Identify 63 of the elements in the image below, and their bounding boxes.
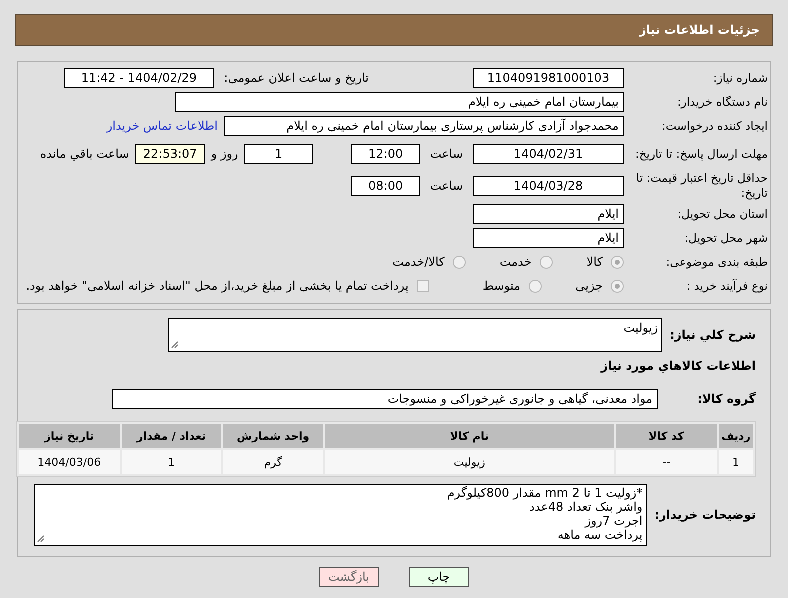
description-field: زیولیت xyxy=(168,318,662,352)
option-label: کالا/خدمت xyxy=(392,255,445,269)
field-label: ایجاد کننده درخواست: xyxy=(661,118,769,134)
announce-date-field: 1404/02/29 - 11:42 xyxy=(64,68,214,88)
city-field: ایلام xyxy=(473,228,624,248)
field-label: شهر محل تحویل: xyxy=(684,230,769,246)
buyer-field: بیمارستان امام خمینی ره ایلام xyxy=(175,92,624,112)
field-label: طبقه بندی موضوعی: xyxy=(665,254,769,270)
remaining-time-field: 22:53:07 xyxy=(135,144,206,164)
remaining-label: ساعت باقي مانده xyxy=(40,147,130,161)
table-cell: -- xyxy=(616,450,718,474)
date-field: 1404/03/28 xyxy=(473,176,624,196)
radio-button[interactable] xyxy=(452,256,466,268)
field-label: نام دستگاه خریدار: xyxy=(676,94,769,110)
table-cell: 1 xyxy=(122,450,222,474)
field-label: شرح کلي نياز: xyxy=(670,328,756,342)
table-cell: گرم xyxy=(223,450,324,474)
column-header: نام کالا xyxy=(325,424,614,448)
column-header: تاریخ نیاز xyxy=(19,424,120,448)
back-button[interactable]: بازگشت xyxy=(319,567,379,587)
field-label: حداقل تاریخ اعتبار قیمت: تا تاریخ: xyxy=(635,171,769,201)
radio-button[interactable] xyxy=(611,280,624,292)
field-label: توضیحات خریدار: xyxy=(654,508,756,522)
province-field: ایلام xyxy=(473,204,624,224)
field-label: استان محل تحویل: xyxy=(676,206,769,222)
time-field: 08:00 xyxy=(351,176,420,196)
radio-button[interactable] xyxy=(540,256,553,268)
resize-grip-icon[interactable] xyxy=(171,341,180,349)
buyer-contact-link[interactable]: اطلاعات تماس خریدار xyxy=(106,119,218,133)
field-label: گروه کالا: xyxy=(698,392,756,406)
print-button[interactable]: چاپ xyxy=(409,567,469,587)
field-label: مهلت ارسال پاسخ: تا تاریخ: xyxy=(634,146,769,162)
requester-field: محمدجواد آزادی کارشناس پرستاری بیمارستان امام خمینی ره ایلام xyxy=(224,116,624,136)
radio-button[interactable] xyxy=(528,280,542,292)
days-label: روز و xyxy=(211,147,238,161)
time-field: 12:00 xyxy=(351,144,420,164)
section-heading: اطلاعات كالاهاي مورد نياز xyxy=(600,359,756,373)
field-label: شماره نیاز: xyxy=(712,70,769,86)
resize-grip-icon[interactable] xyxy=(37,535,45,543)
time-label: ساعت xyxy=(430,179,463,193)
table-cell: زیولیت xyxy=(325,450,614,474)
checkbox[interactable] xyxy=(416,280,429,292)
buyer-notes-field: *زولیت 1 تا 2 mm مقدار 800کیلوگرم واشر بنک تعداد 48عدد اجرت 7روز پرداخت سه ماهه xyxy=(34,484,647,546)
radio-button[interactable] xyxy=(611,256,624,268)
column-header: تعداد / مقدار xyxy=(122,424,222,448)
column-header: واحد شمارش xyxy=(223,424,324,448)
time-label: ساعت xyxy=(430,147,463,161)
column-header: کد کالا xyxy=(616,424,718,448)
days-field: 1 xyxy=(244,144,314,164)
need-number-field: 1104091981000103 xyxy=(473,68,624,88)
goods-group-field: مواد معدنی، گیاهی و جانوری غیرخوراکی و منسوجات xyxy=(112,389,658,409)
option-label: کالا xyxy=(586,255,603,269)
date-field: 1404/02/31 xyxy=(473,144,624,164)
table-cell: 1 xyxy=(719,450,753,474)
field-label: تاریخ و ساعت اعلان عمومی: xyxy=(224,71,369,85)
field-label: نوع فرآیند خرید : xyxy=(686,278,769,294)
option-label: خدمت xyxy=(500,255,532,269)
column-header: ردیف xyxy=(719,424,753,448)
option-label: جزیی xyxy=(576,279,603,293)
option-label: متوسط xyxy=(482,279,521,293)
table-cell: 1404/03/06 xyxy=(19,450,120,474)
page-title: جزئیات اطلاعات نیاز xyxy=(15,14,773,46)
treasury-note: پرداخت تمام یا بخشی از مبلغ خرید،از محل "اسناد خزانه اسلامی" خواهد بود. xyxy=(26,279,409,293)
